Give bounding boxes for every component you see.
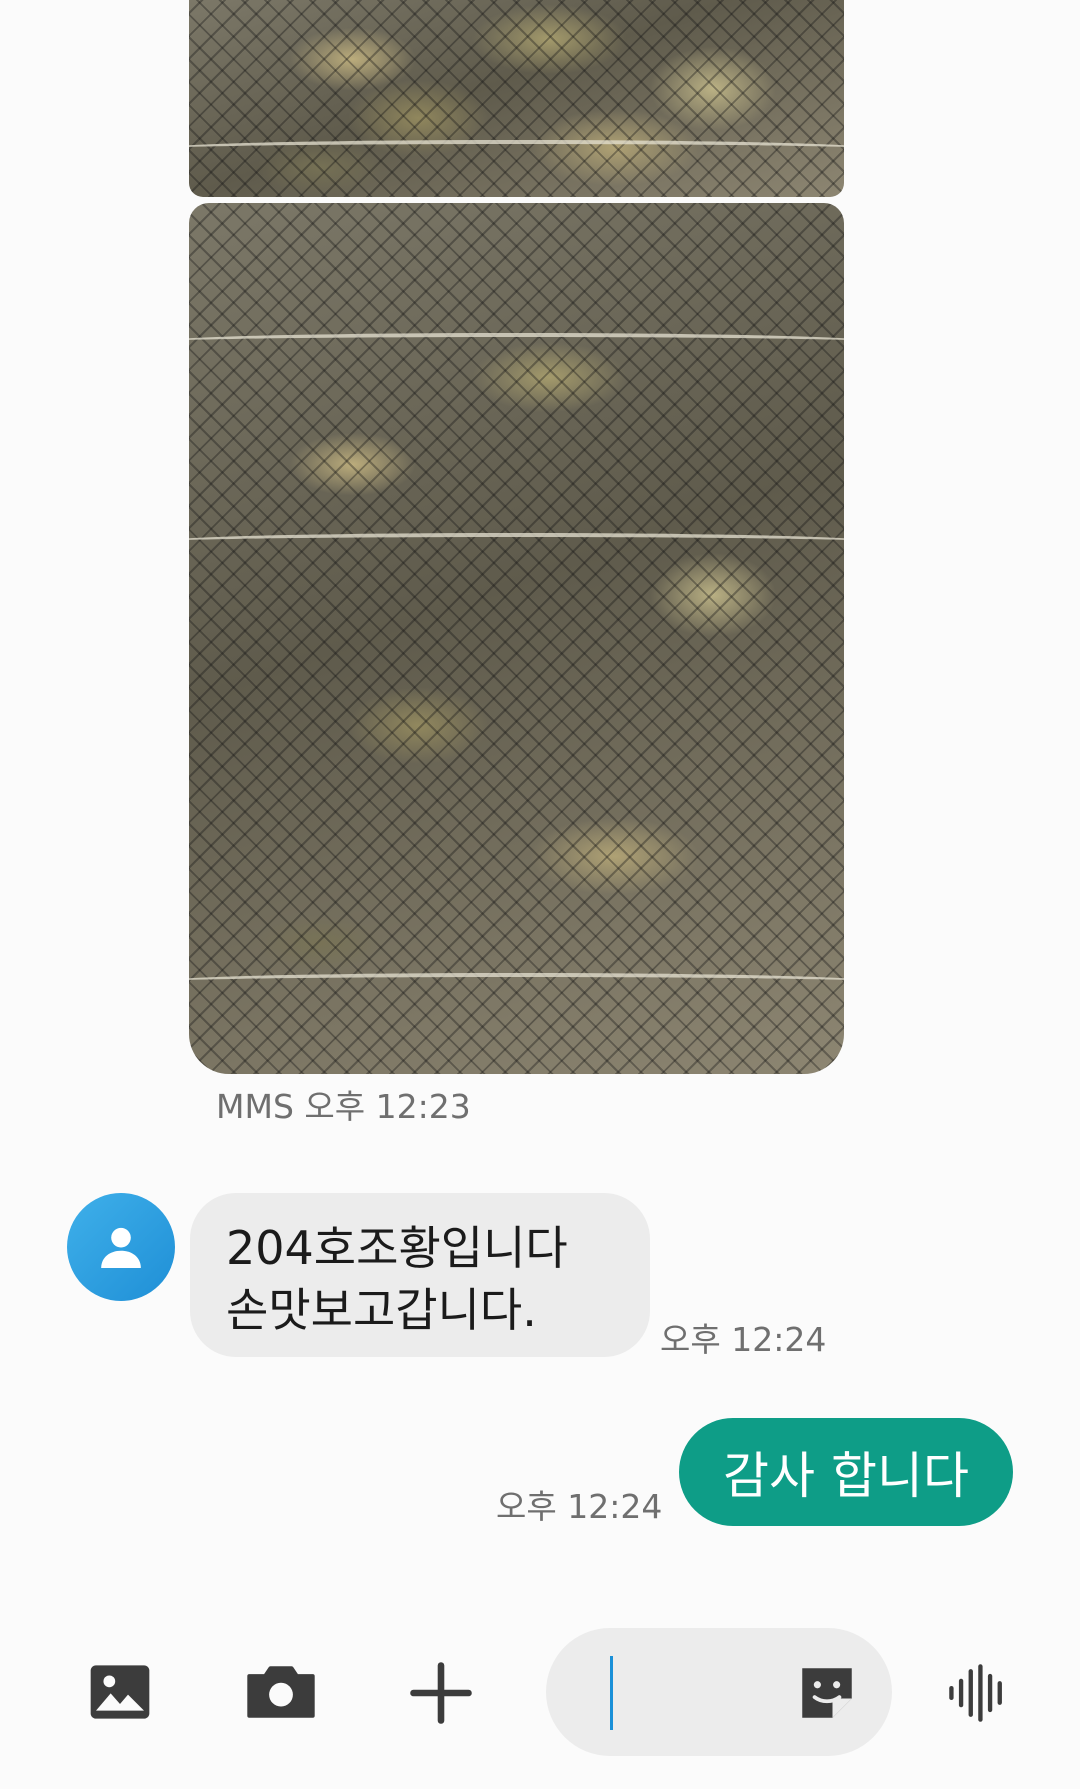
sticker-button[interactable] [794, 1660, 860, 1726]
mms-image-2[interactable] [189, 203, 844, 1074]
incoming-message-time: 오후 12:24 [660, 1320, 827, 1359]
mms-image-1[interactable] [189, 0, 844, 197]
message-line: 손맛보고갑니다. [226, 1283, 537, 1337]
voice-input-button[interactable] [946, 1664, 1010, 1722]
text-caret [610, 1656, 613, 1730]
plus-icon [410, 1662, 472, 1724]
camera-icon [247, 1666, 315, 1718]
camera-button[interactable] [244, 1660, 318, 1724]
message-line: 204호조황입니다 [226, 1221, 568, 1275]
outgoing-message-time: 오후 12:24 [496, 1487, 663, 1526]
gallery-button[interactable] [88, 1660, 152, 1724]
mms-timestamp: MMS 오후 12:23 [216, 1087, 471, 1126]
voice-wave-icon [949, 1664, 1002, 1722]
incoming-message-bubble[interactable]: 204호조황입니다 손맛보고갑니다. [190, 1193, 650, 1357]
outgoing-message-bubble[interactable]: 감사 합니다 [679, 1418, 1013, 1526]
gallery-icon [90, 1665, 150, 1719]
attach-button[interactable] [408, 1660, 474, 1726]
contact-avatar[interactable] [67, 1193, 175, 1301]
person-icon [101, 1227, 141, 1268]
sticker-icon [802, 1668, 852, 1718]
